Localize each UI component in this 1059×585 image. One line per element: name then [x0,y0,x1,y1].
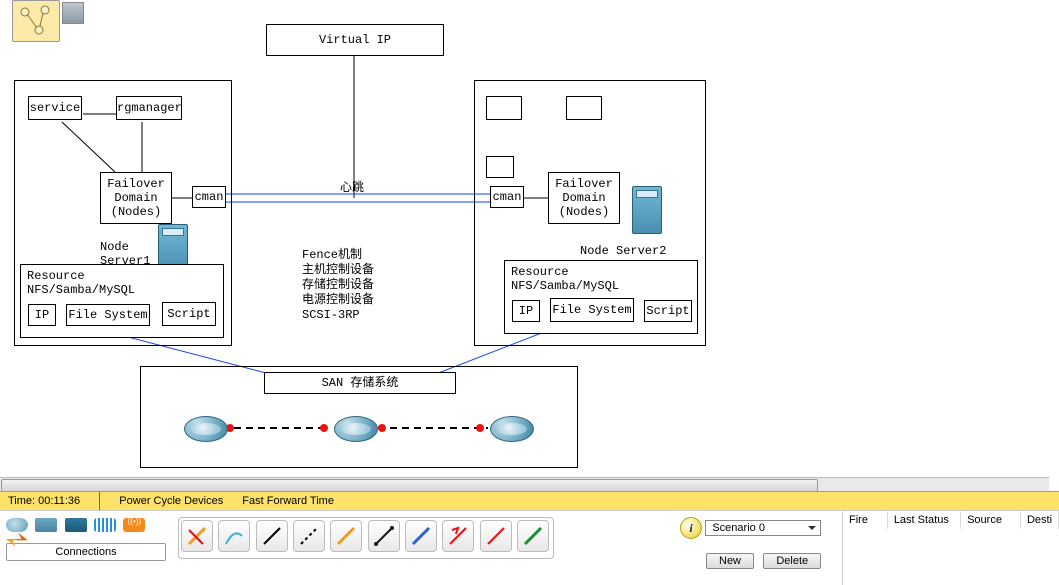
connection-types-panel [178,517,554,559]
conn-serial-dce-button[interactable] [442,520,474,552]
virtual-ip-box: Virtual IP [266,24,444,56]
router-icon-3[interactable] [490,416,534,442]
col-last-status[interactable]: Last Status [888,511,961,529]
hubs-category-icon[interactable] [65,518,87,532]
server-icon-2 [632,186,662,234]
conn-fiber-button[interactable] [330,520,362,552]
end-devices-category-icon[interactable] [6,533,28,547]
router-icon-1[interactable] [184,416,228,442]
resource-panel-1: Resource NFS/Samba/MySQL [20,264,224,338]
node-server-2-label: Node Server2 [580,244,666,258]
failover-domain-2: Failover Domain (Nodes) [548,172,620,224]
scenario-panel: i Scenario 0 New Delete [680,517,827,569]
san-label-box: SAN 存储系统 [264,372,456,394]
rgmanager-box: rgmanager [116,96,182,120]
fence-mechanism-text: Fence机制 主机控制设备 存储控制设备 电源控制设备 SCSI-3RP [302,248,374,323]
empty-small-box [486,156,514,178]
resource-title-2: Resource NFS/Samba/MySQL [511,265,691,293]
routers-category-icon[interactable] [6,518,28,532]
conn-console-button[interactable] [218,520,250,552]
info-icon[interactable]: i [680,517,702,539]
switches-category-icon[interactable] [35,518,57,532]
pdu-list-panel[interactable]: Fire Last Status Source Desti [842,511,1059,585]
col-fire[interactable]: Fire [843,511,888,529]
conn-coax-button[interactable] [405,520,437,552]
service-box: service [28,96,82,120]
conn-phone-button[interactable] [368,520,400,552]
bottom-toolbar: Connections i Scenario 0 New Delete Fire… [0,510,1059,585]
time-segment: Time: 00:11:36 [0,492,88,510]
delete-scenario-button[interactable]: Delete [763,553,821,569]
time-value: 00:11:36 [38,495,80,507]
cman-2: cman [490,186,524,208]
network-diagram: Virtual IP service rgmanager Failover Do… [0,0,850,480]
empty-box-r2 [566,96,602,120]
empty-box-r1 [486,96,522,120]
time-label: Time: [8,495,35,507]
ip-box-1: IP [28,304,56,326]
new-scenario-button[interactable]: New [706,553,754,569]
col-source[interactable]: Source [961,511,1021,529]
filesystem-box-2: File System [550,298,634,322]
conn-serial-dte-button[interactable] [480,520,512,552]
conn-straight-button[interactable] [256,520,288,552]
pdu-list-header: Fire Last Status Source Desti [843,511,1059,529]
workspace-canvas[interactable]: Virtual IP service rgmanager Failover Do… [0,0,1059,480]
heartbeat-label: 心跳 [340,178,364,195]
conn-auto-button[interactable] [181,520,213,552]
conn-octal-button[interactable] [517,520,549,552]
col-destination[interactable]: Desti [1021,511,1059,529]
resource-panel-2: Resource NFS/Samba/MySQL [504,260,698,334]
device-category-icons [6,515,166,543]
router-icon-2[interactable] [334,416,378,442]
fast-forward-button[interactable]: Fast Forward Time [234,492,342,510]
script-box-1: Script [162,302,216,326]
scenario-select[interactable]: Scenario 0 [705,520,821,536]
device-category-panel: Connections [6,515,166,561]
failover-domain-1: Failover Domain (Nodes) [100,172,172,224]
cman-1: cman [192,186,226,208]
ip-box-2: IP [512,300,540,322]
conn-cross-button[interactable] [293,520,325,552]
connections-category-icon[interactable] [123,518,145,532]
power-cycle-button[interactable]: Power Cycle Devices [111,492,231,510]
resource-title-1: Resource NFS/Samba/MySQL [27,269,217,297]
script-box-2: Script [644,300,692,322]
wireless-category-icon[interactable] [94,518,116,532]
filesystem-box-1: File System [66,304,150,326]
status-bar: Time: 00:11:36 Power Cycle Devices Fast … [0,491,1059,511]
